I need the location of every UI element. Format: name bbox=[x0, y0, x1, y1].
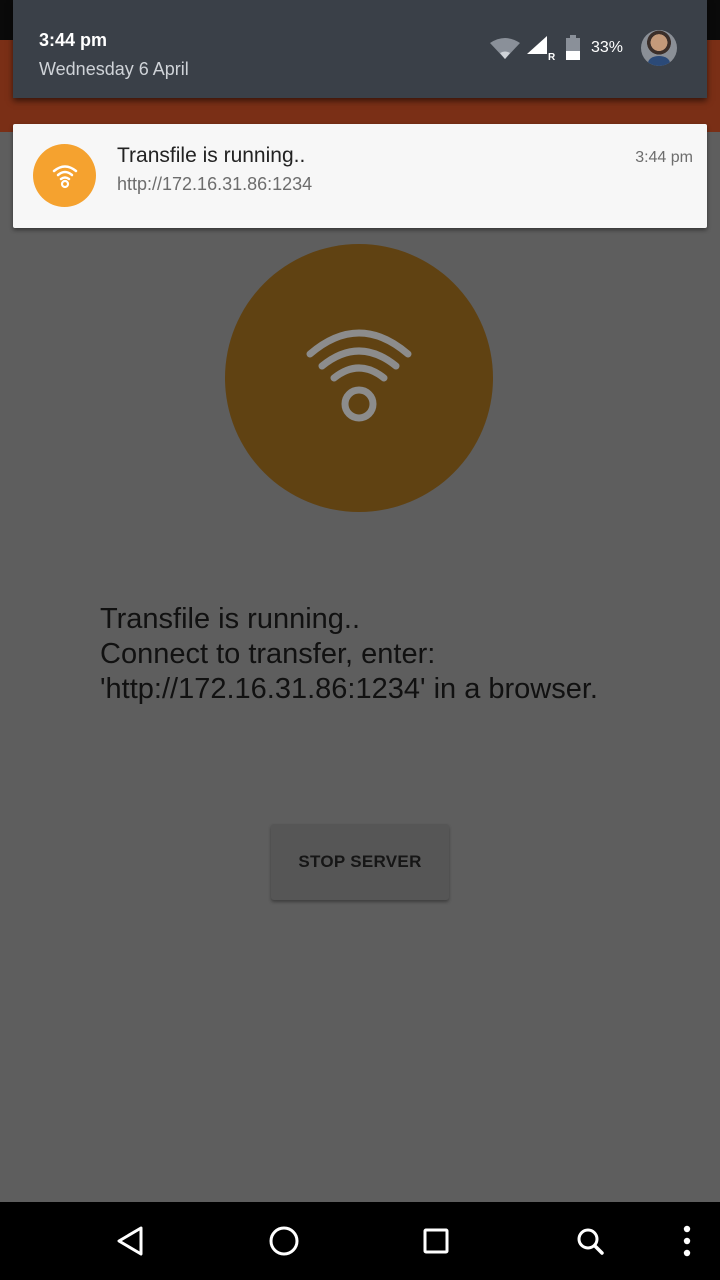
notification-card[interactable]: Transfile is running.. http://172.16.31.… bbox=[13, 124, 707, 228]
battery-icon bbox=[565, 35, 581, 61]
network-type-label: R bbox=[548, 52, 555, 60]
home-icon[interactable] bbox=[264, 1221, 304, 1261]
instruction-line: Connect to transfer, enter: bbox=[100, 638, 436, 670]
wifi-icon bbox=[489, 37, 521, 59]
more-icon[interactable] bbox=[667, 1221, 707, 1261]
notification-time: 3:44 pm bbox=[635, 149, 693, 166]
wifi-icon bbox=[306, 329, 412, 422]
status-line: Transfile is running.. bbox=[100, 603, 361, 635]
navigation-bar bbox=[0, 1202, 720, 1280]
stop-server-button[interactable]: STOP SERVER bbox=[271, 824, 449, 900]
notification-app-icon bbox=[33, 144, 96, 207]
status-message: Transfile is running.. Connect to transf… bbox=[100, 602, 700, 707]
notification-shade-header: 3:44 pm Wednesday 6 April R 33% bbox=[13, 0, 707, 98]
back-icon[interactable] bbox=[110, 1221, 150, 1261]
status-icons: R 33% bbox=[489, 30, 677, 66]
clock: 3:44 pm bbox=[39, 30, 108, 50]
wifi-icon bbox=[52, 164, 77, 188]
search-icon[interactable] bbox=[570, 1221, 610, 1261]
date: Wednesday 6 April bbox=[39, 59, 189, 79]
signal-icon: R bbox=[525, 36, 556, 63]
battery-percent: 33% bbox=[590, 39, 623, 56]
notification-url: http://172.16.31.86:1234 bbox=[117, 174, 313, 194]
notification-title: Transfile is running.. bbox=[117, 144, 306, 167]
url-line: 'http://172.16.31.86:1234' in a browser. bbox=[100, 673, 598, 705]
avatar[interactable] bbox=[641, 30, 677, 66]
recents-icon[interactable] bbox=[416, 1221, 456, 1261]
server-status-circle bbox=[225, 244, 493, 512]
